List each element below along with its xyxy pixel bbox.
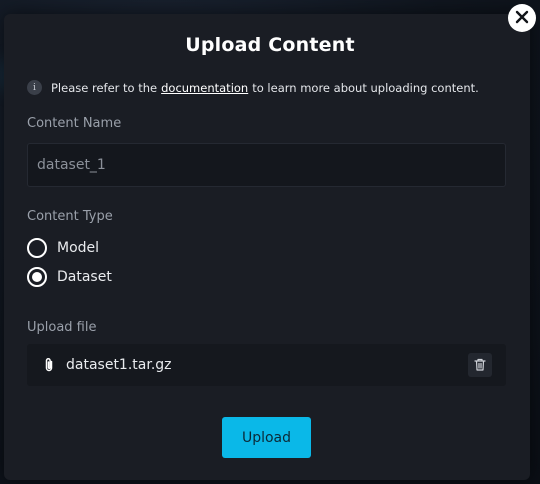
delete-file-button[interactable]: [468, 353, 492, 377]
radio-option-dataset[interactable]: Dataset: [27, 267, 112, 287]
modal-title: Upload Content: [185, 34, 355, 56]
content-type-label: Content Type: [27, 209, 113, 224]
close-icon: [515, 9, 529, 28]
paperclip-icon: [41, 357, 57, 373]
file-name: dataset1.tar.gz: [66, 357, 172, 373]
radio-button-model[interactable]: [27, 238, 47, 258]
radio-selected-dot: [32, 272, 42, 282]
content-name-label: Content Name: [27, 116, 122, 131]
info-text-before: Please refer to the: [51, 80, 158, 95]
info-notice: i Please refer to the documentation to l…: [27, 80, 479, 95]
close-button[interactable]: [508, 4, 536, 32]
documentation-link[interactable]: documentation: [161, 81, 248, 95]
info-text-after: to learn more about uploading content.: [252, 80, 479, 95]
upload-file-label: Upload file: [27, 320, 97, 335]
trash-icon: [474, 356, 486, 375]
info-icon: i: [27, 80, 42, 95]
radio-label-dataset: Dataset: [57, 269, 112, 285]
content-name-input[interactable]: [27, 143, 506, 187]
radio-button-dataset[interactable]: [27, 267, 47, 287]
radio-label-model: Model: [57, 240, 100, 256]
uploaded-file-item: dataset1.tar.gz: [27, 344, 506, 386]
upload-button[interactable]: Upload: [222, 417, 311, 458]
radio-option-model[interactable]: Model: [27, 238, 99, 258]
